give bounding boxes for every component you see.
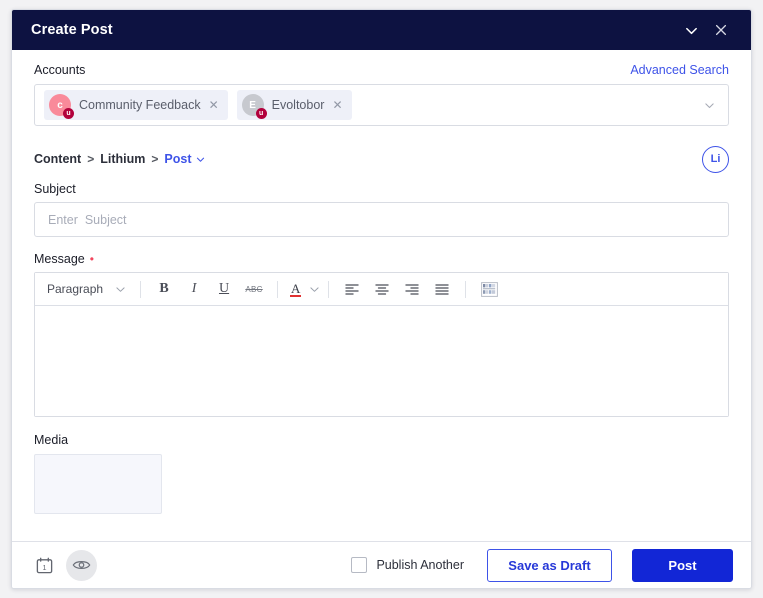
accounts-dropdown-button[interactable] — [698, 94, 720, 116]
eye-icon — [72, 561, 91, 569]
block-format-select[interactable]: Paragraph — [43, 277, 131, 301]
bold-button[interactable]: B — [150, 277, 178, 301]
calendar-icon: 1 — [36, 557, 52, 573]
avatar: c u — [49, 94, 74, 119]
create-post-dialog: Create Post Accounts Advanced Search c u — [11, 9, 752, 589]
align-center-icon — [375, 284, 390, 295]
align-right-button[interactable] — [398, 277, 426, 301]
svg-text:1: 1 — [42, 563, 46, 571]
remove-account-icon[interactable]: ✕ — [332, 99, 342, 111]
dialog-title: Create Post — [31, 22, 113, 38]
save-as-draft-button[interactable]: Save as Draft — [487, 548, 612, 582]
align-left-icon — [345, 284, 360, 295]
message-editor: Paragraph B I U ABC A — [34, 272, 729, 417]
insert-media-button[interactable] — [475, 277, 503, 301]
subject-input[interactable] — [34, 202, 729, 237]
media-upload-box[interactable] — [34, 454, 162, 514]
post-button[interactable]: Post — [632, 548, 733, 582]
dialog-footer: 1 Publish Another Save as Draft Post — [12, 541, 751, 588]
publish-another-label: Publish Another — [376, 558, 464, 572]
chevron-down-icon — [704, 102, 714, 108]
underline-button[interactable]: U — [210, 277, 238, 301]
chevron-down-icon — [310, 286, 320, 292]
account-chip[interactable]: E u Evoltobor ✕ — [236, 90, 352, 120]
chevron-down-icon — [116, 286, 125, 292]
align-center-button[interactable] — [368, 277, 396, 301]
text-color-icon: A — [290, 280, 302, 297]
breadcrumb-row: Content > Lithium > Post Li — [34, 145, 729, 173]
editor-toolbar: Paragraph B I U ABC A — [35, 273, 728, 306]
chevron-down-icon — [197, 157, 205, 162]
toolbar-divider — [465, 280, 467, 298]
breadcrumb-item-lithium[interactable]: Lithium — [100, 152, 145, 166]
account-chip[interactable]: c u Community Feedback ✕ — [44, 90, 228, 120]
chevron-down-icon — [685, 27, 697, 34]
dialog-header: Create Post — [12, 10, 751, 50]
breadcrumb-item-content[interactable]: Content — [34, 152, 81, 166]
close-icon — [715, 24, 727, 36]
publish-another-checkbox[interactable]: Publish Another — [351, 557, 464, 573]
close-button[interactable] — [706, 15, 736, 45]
accounts-chip-list: c u Community Feedback ✕ E u Evoltobor ✕ — [44, 90, 698, 120]
italic-button[interactable]: I — [180, 277, 208, 301]
media-label: Media — [34, 433, 69, 447]
required-marker: • — [89, 252, 94, 266]
insert-media-grid-icon — [481, 281, 498, 297]
align-left-button[interactable] — [338, 277, 366, 301]
network-badge-icon: u — [255, 108, 267, 119]
accounts-label-row: Accounts Advanced Search — [34, 50, 729, 77]
advanced-search-link[interactable]: Advanced Search — [630, 63, 729, 77]
toolbar-divider — [328, 280, 330, 298]
toolbar-divider — [140, 280, 142, 298]
breadcrumb-separator: > — [87, 152, 95, 166]
checkbox-box — [351, 557, 368, 573]
message-label-row: Message • — [34, 252, 729, 266]
breadcrumb-item-post-label: Post — [164, 152, 192, 166]
block-format-label: Paragraph — [47, 282, 104, 296]
account-chip-label: Community Feedback — [79, 98, 201, 112]
toolbar-divider — [277, 280, 279, 298]
preview-button[interactable] — [66, 549, 97, 581]
accounts-label: Accounts — [34, 63, 86, 77]
align-justify-icon — [435, 284, 450, 295]
schedule-button[interactable]: 1 — [32, 553, 56, 577]
breadcrumb-item-post[interactable]: Post — [164, 152, 206, 166]
text-color-button[interactable]: A — [287, 280, 320, 297]
account-chip-label: Evoltobor — [271, 98, 325, 112]
breadcrumb: Content > Lithium > Post — [34, 152, 206, 166]
align-right-icon — [405, 284, 420, 295]
subject-label: Subject — [34, 182, 76, 196]
lithium-network-icon: Li — [702, 145, 729, 173]
message-input[interactable] — [35, 306, 728, 416]
collapse-button[interactable] — [676, 15, 706, 45]
remove-account-icon[interactable]: ✕ — [209, 99, 219, 111]
align-justify-button[interactable] — [428, 277, 456, 301]
message-label: Message — [34, 252, 85, 266]
dialog-body: Accounts Advanced Search c u Community F… — [12, 50, 751, 543]
network-badge-icon: u — [63, 108, 74, 119]
breadcrumb-separator: > — [151, 152, 159, 166]
strikethrough-button[interactable]: ABC — [240, 277, 268, 301]
accounts-select[interactable]: c u Community Feedback ✕ E u Evoltobor ✕ — [34, 84, 729, 126]
avatar: E u — [241, 94, 267, 119]
